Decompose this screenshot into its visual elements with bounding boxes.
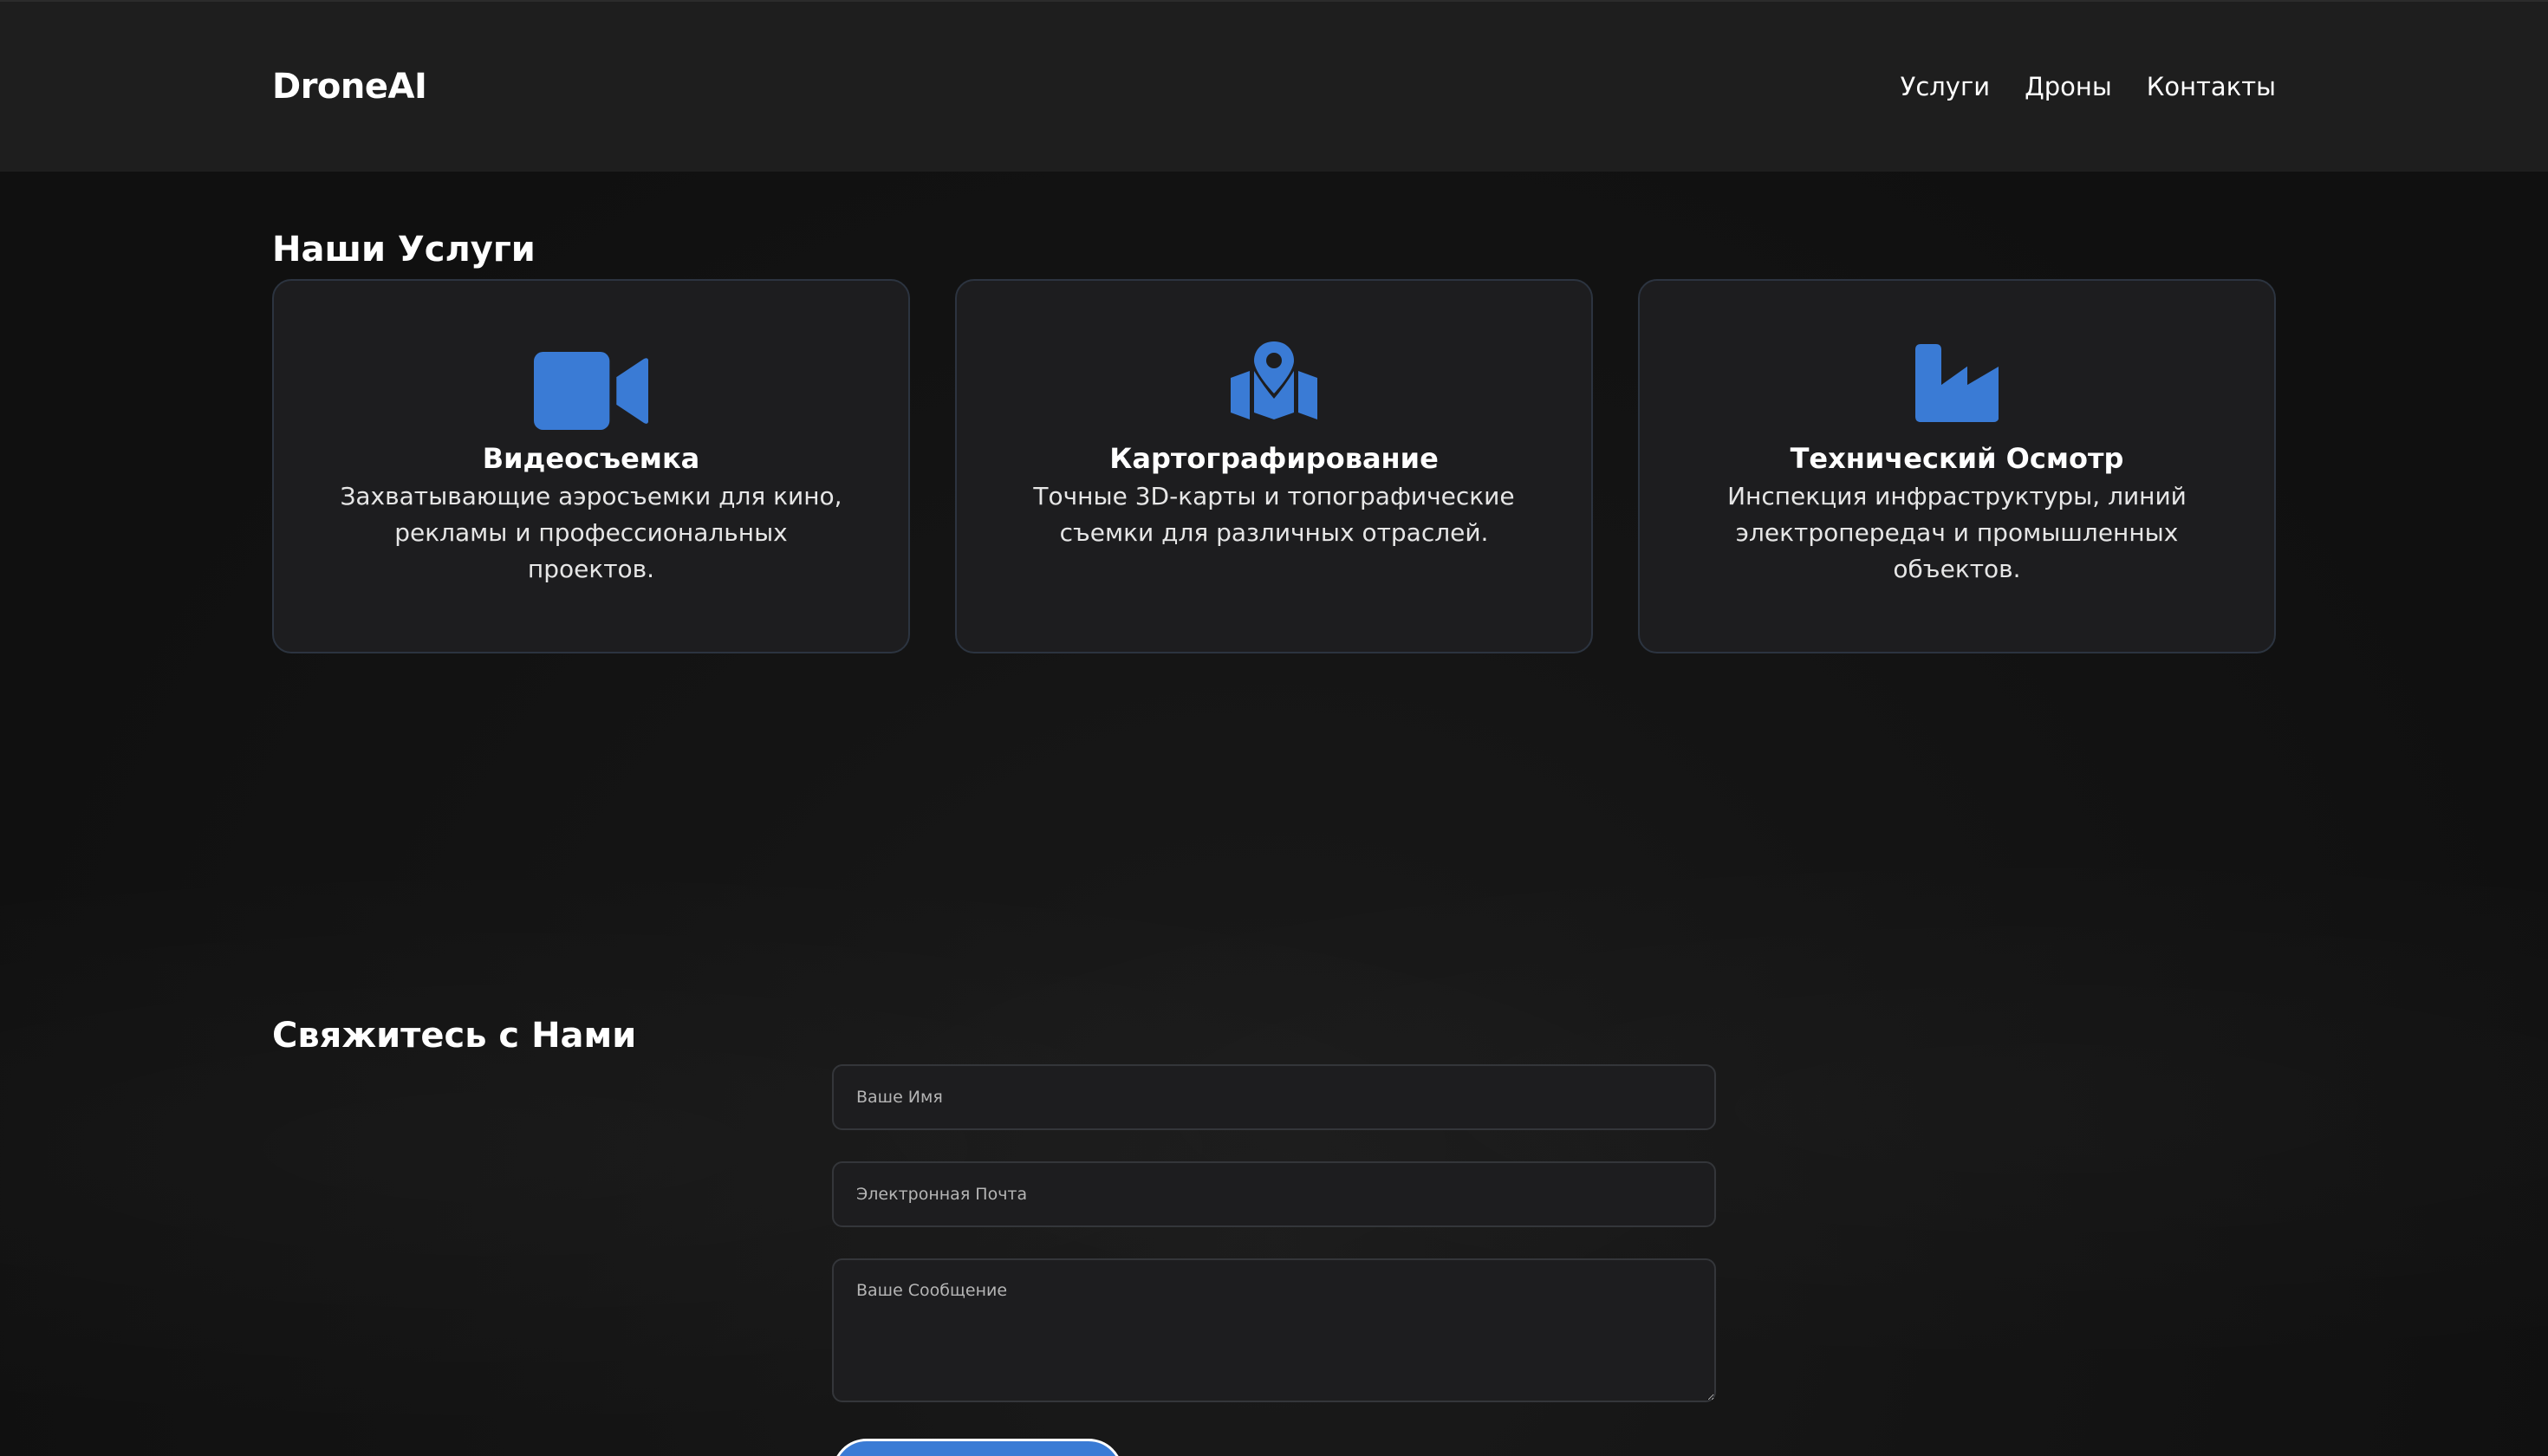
- brand-logo[interactable]: DroneAI: [272, 62, 427, 111]
- service-card-inspection: Технический Осмотр Инспекция инфраструкт…: [1638, 279, 2276, 653]
- contact-heading: Свяжитесь с Нами: [272, 1016, 637, 1056]
- service-card-mapping: Картографирование Точные 3D-карты и топо…: [955, 279, 1593, 653]
- page: DroneAI Услуги Дроны Контакты Наши Услуг…: [0, 0, 2548, 1456]
- name-field[interactable]: [832, 1064, 1716, 1130]
- service-card-text: Захватывающие аэросъемки для кино, рекла…: [340, 482, 842, 583]
- message-field[interactable]: [832, 1258, 1716, 1402]
- service-card-text: Точные 3D-карты и топографические съемки…: [1033, 482, 1515, 547]
- industry-icon: [1640, 341, 2274, 422]
- service-card-video: Видеосъемка Захватывающие аэросъемки для…: [272, 279, 910, 653]
- service-card-title: Технический Осмотр: [1790, 442, 2124, 475]
- service-card-text: Инспекция инфраструктуры, линий электроп…: [1727, 482, 2187, 583]
- nav-link-drones[interactable]: Дроны: [2025, 68, 2112, 106]
- site-header: DroneAI Услуги Дроны Контакты: [0, 0, 2548, 172]
- contact-form: [832, 1064, 1716, 1402]
- nav-link-contacts[interactable]: Контакты: [2147, 68, 2276, 106]
- video-camera-icon: [274, 341, 908, 430]
- services-grid: Видеосъемка Захватывающие аэросъемки для…: [272, 279, 2276, 653]
- map-location-icon: [957, 341, 1591, 419]
- nav-link-services[interactable]: Услуги: [1901, 68, 1990, 106]
- service-card-title: Видеосъемка: [482, 442, 700, 475]
- submit-button[interactable]: [832, 1439, 1123, 1456]
- email-field[interactable]: [832, 1161, 1716, 1227]
- service-card-title: Картографирование: [1109, 442, 1439, 475]
- main-nav: Услуги Дроны Контакты: [1901, 68, 2276, 106]
- services-heading: Наши Услуги: [272, 230, 536, 270]
